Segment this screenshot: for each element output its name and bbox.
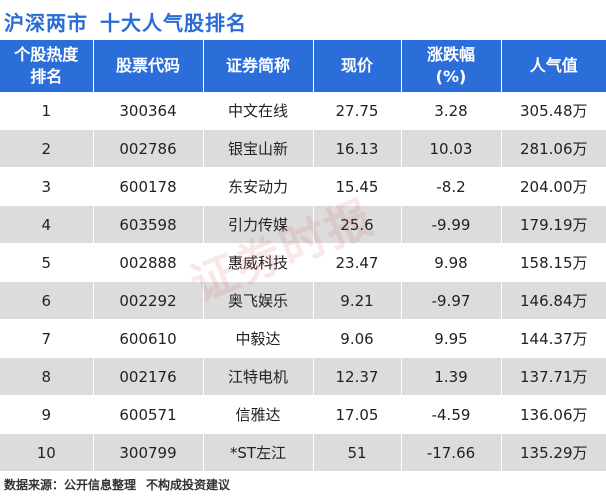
table-row: 9 600571 信雅达 17.05 -4.59 136.06万	[0, 395, 606, 434]
table-row: 1 300364 中文在线 27.75 3.28 305.48万	[0, 92, 606, 130]
rank-cell: 9	[0, 395, 94, 434]
name-cell: 中毅达	[203, 319, 314, 358]
name-cell: 奥飞娱乐	[203, 281, 314, 320]
table-row: 8 002176 江特电机 12.37 1.39 137.71万	[0, 357, 606, 396]
popularity-cell: 137.71万	[501, 357, 606, 396]
change-cell: 9.98	[401, 243, 502, 282]
popularity-cell: 144.37万	[501, 319, 606, 358]
change-cell: 3.28	[401, 92, 502, 130]
price-cell: 51	[313, 433, 402, 472]
table-row: 7 600610 中毅达 9.06 9.95 144.37万	[0, 319, 606, 358]
footer-source: 数据来源：公开信息整理	[4, 477, 137, 492]
header-name: 证券简称	[203, 40, 314, 92]
popularity-cell: 136.06万	[501, 395, 606, 434]
name-cell: 东安动力	[203, 167, 314, 206]
price-cell: 27.75	[313, 92, 402, 130]
code-cell: 002292	[93, 281, 204, 320]
code-cell: 002888	[93, 243, 204, 282]
code-cell: 603598	[93, 205, 204, 244]
price-cell: 9.21	[313, 281, 402, 320]
price-cell: 23.47	[313, 243, 402, 282]
rank-cell: 1	[0, 92, 94, 130]
rank-cell: 5	[0, 243, 94, 282]
header-change: 涨跌幅 (%)	[401, 40, 502, 92]
price-cell: 17.05	[313, 395, 402, 434]
footer-disclaimer: 不构成投资建议	[146, 477, 231, 492]
name-cell: 江特电机	[203, 357, 314, 396]
code-cell: 600571	[93, 395, 204, 434]
code-cell: 300364	[93, 92, 204, 130]
price-cell: 16.13	[313, 129, 402, 168]
change-cell: 9.95	[401, 319, 502, 358]
ranking-table: 个股热度 排名 股票代码 证券简称 现价 涨跌幅 (%) 人气值 1 300364 中文…	[0, 40, 606, 472]
table-row: 10 300799 *ST左江 51 -17.66 135.29万	[0, 433, 606, 472]
header-rank: 个股热度 排名	[0, 40, 94, 92]
table-header-row: 个股热度 排名 股票代码 证券简称 现价 涨跌幅 (%) 人气值	[0, 40, 606, 92]
title-sub: 十大人气股排名	[100, 10, 247, 35]
change-cell: -8.2	[401, 167, 502, 206]
header-price: 现价	[313, 40, 402, 92]
table-row: 6 002292 奥飞娱乐 9.21 -9.97 146.84万	[0, 281, 606, 320]
change-cell: -9.97	[401, 281, 502, 320]
popularity-cell: 146.84万	[501, 281, 606, 320]
page-title: 沪深两市 十大人气股排名	[4, 4, 247, 38]
footer: 数据来源：公开信息整理 不构成投资建议	[4, 470, 230, 498]
price-cell: 25.6	[313, 205, 402, 244]
code-cell: 300799	[93, 433, 204, 472]
change-cell: -9.99	[401, 205, 502, 244]
code-cell: 002786	[93, 129, 204, 168]
code-cell: 002176	[93, 357, 204, 396]
popularity-cell: 281.06万	[501, 129, 606, 168]
table-row: 2 002786 银宝山新 16.13 10.03 281.06万	[0, 129, 606, 168]
popularity-cell: 305.48万	[501, 92, 606, 130]
change-cell: -4.59	[401, 395, 502, 434]
change-cell: 10.03	[401, 129, 502, 168]
header-popularity: 人气值	[501, 40, 606, 92]
code-cell: 600610	[93, 319, 204, 358]
change-cell: 1.39	[401, 357, 502, 396]
code-cell: 600178	[93, 167, 204, 206]
name-cell: 惠威科技	[203, 243, 314, 282]
name-cell: 引力传媒	[203, 205, 314, 244]
table-row: 5 002888 惠威科技 23.47 9.98 158.15万	[0, 243, 606, 282]
popularity-cell: 135.29万	[501, 433, 606, 472]
title-main: 沪深两市	[4, 10, 88, 35]
name-cell: 中文在线	[203, 92, 314, 130]
popularity-cell: 158.15万	[501, 243, 606, 282]
rank-cell: 6	[0, 281, 94, 320]
rank-cell: 3	[0, 167, 94, 206]
rank-cell: 8	[0, 357, 94, 396]
rank-cell: 10	[0, 433, 94, 472]
popularity-cell: 204.00万	[501, 167, 606, 206]
table-row: 3 600178 东安动力 15.45 -8.2 204.00万	[0, 167, 606, 206]
name-cell: 信雅达	[203, 395, 314, 434]
name-cell: *ST左江	[203, 433, 314, 472]
rank-cell: 2	[0, 129, 94, 168]
name-cell: 银宝山新	[203, 129, 314, 168]
header-code: 股票代码	[93, 40, 204, 92]
rank-cell: 4	[0, 205, 94, 244]
rank-cell: 7	[0, 319, 94, 358]
change-cell: -17.66	[401, 433, 502, 472]
price-cell: 12.37	[313, 357, 402, 396]
price-cell: 15.45	[313, 167, 402, 206]
table-row: 4 603598 引力传媒 25.6 -9.99 179.19万	[0, 205, 606, 244]
popularity-cell: 179.19万	[501, 205, 606, 244]
price-cell: 9.06	[313, 319, 402, 358]
